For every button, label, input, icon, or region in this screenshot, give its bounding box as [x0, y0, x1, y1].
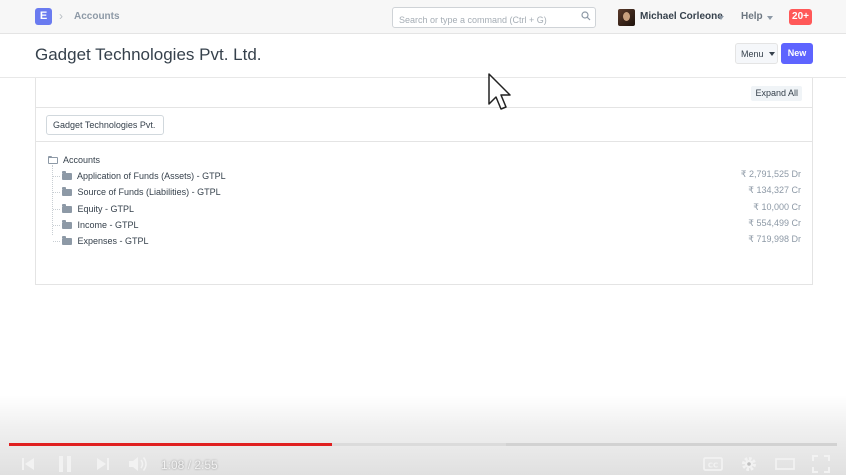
tree-item-equity[interactable]: Equity - GTPL [52, 204, 135, 214]
fullscreen-icon[interactable] [812, 455, 830, 473]
skip-next-icon[interactable] [95, 455, 111, 473]
tree-item-expenses[interactable]: Expenses - GTPL [53, 236, 149, 246]
filter-area: Gadget Technologies Pvt. [36, 108, 812, 142]
tree-item-label: Income - GTPL [77, 220, 139, 230]
tree-item-assets[interactable]: Application of Funds (Assets) - GTPL [53, 171, 226, 181]
breadcrumb-accounts[interactable]: Accounts [74, 11, 120, 22]
theater-mode-icon[interactable] [775, 455, 795, 473]
time-display: 1:08 / 2:55 [161, 458, 218, 472]
tree-item-balance: ₹ 134,327 Cr [748, 185, 801, 195]
help-menu[interactable]: Help [741, 11, 763, 22]
tree-item-balance: ₹ 2,791,525 Dr [740, 169, 801, 179]
folder-icon [62, 236, 72, 246]
chart-of-accounts-panel: Expand All Gadget Technologies Pvt. Acco… [35, 78, 813, 285]
tree-item-label: Equity - GTPL [77, 204, 135, 214]
search-input[interactable] [392, 7, 596, 28]
expand-all-button[interactable]: Expand All [751, 86, 802, 101]
chevron-down-icon[interactable] [769, 52, 775, 56]
tree-item-label: Source of Funds (Liabilities) - GTPL [77, 187, 221, 197]
skip-previous-icon[interactable] [20, 455, 36, 473]
folder-icon [62, 204, 72, 214]
folder-icon [62, 171, 72, 181]
tree-item-income[interactable]: Income - GTPL [53, 220, 139, 230]
tree-item-balance: ₹ 10,000 Cr [753, 202, 801, 212]
tree-item-balance: ₹ 554,499 Cr [748, 218, 801, 228]
folder-open-icon [48, 156, 58, 165]
svg-text:CC: CC [708, 462, 718, 470]
folder-icon [62, 187, 72, 197]
progress-bar[interactable] [9, 443, 837, 446]
panel-toolbar: Expand All [36, 78, 812, 108]
gear-icon[interactable] [740, 455, 758, 473]
search-icon[interactable] [581, 11, 591, 21]
avatar[interactable] [618, 9, 635, 26]
company-filter[interactable]: Gadget Technologies Pvt. [46, 115, 164, 135]
tree-item-label: Expenses - GTPL [77, 236, 149, 246]
progress-played [9, 443, 332, 446]
new-button[interactable]: New [781, 43, 813, 64]
mouse-cursor-icon [488, 73, 511, 110]
tree-root-label: Accounts [63, 155, 101, 165]
tree-item-label: Application of Funds (Assets) - GTPL [77, 171, 226, 181]
page-title: Gadget Technologies Pvt. Ltd. [35, 45, 262, 64]
chevron-down-icon[interactable] [718, 16, 724, 20]
top-navbar: E › Accounts Michael Corleone Help 20+ [0, 0, 846, 34]
folder-icon [62, 220, 72, 230]
chevron-down-icon[interactable] [767, 16, 773, 20]
notification-badge[interactable]: 20+ [789, 9, 812, 25]
captions-icon[interactable]: CC [703, 455, 723, 473]
volume-icon[interactable] [128, 455, 150, 473]
tree-item-balance: ₹ 719,998 Dr [748, 234, 801, 244]
chevron-right-icon: › [59, 9, 63, 23]
user-menu[interactable]: Michael Corleone [640, 11, 723, 22]
pause-icon[interactable] [57, 455, 73, 473]
tree-item-liabilities[interactable]: Source of Funds (Liabilities) - GTPL [53, 187, 221, 197]
app-logo[interactable]: E [35, 8, 52, 25]
page-head: Gadget Technologies Pvt. Ltd. Menu New [0, 34, 846, 78]
tree-root-accounts[interactable]: Accounts [48, 155, 100, 165]
